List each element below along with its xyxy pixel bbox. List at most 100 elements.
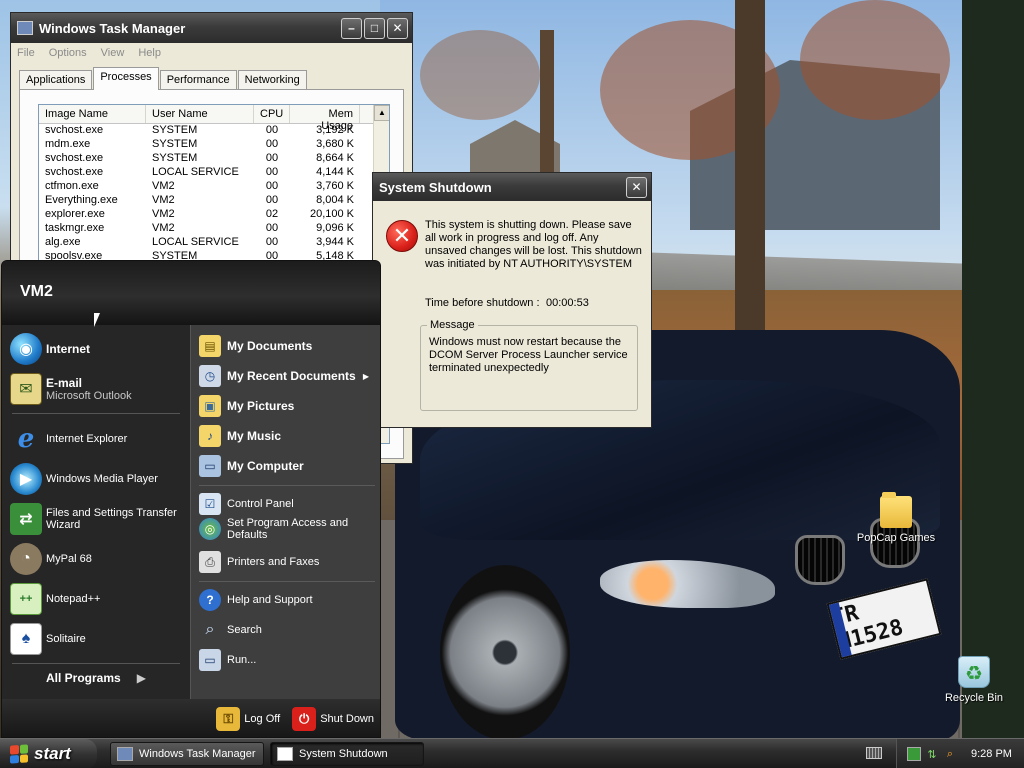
log-off-button[interactable]: ⚿ Log Off [216, 707, 280, 731]
tab-networking[interactable]: Networking [237, 70, 307, 90]
tab-performance[interactable]: Performance [159, 70, 237, 90]
set-program-access[interactable]: ◎ Set Program Access and Defaults [199, 517, 377, 541]
taskbar-button-task-manager[interactable]: Windows Task Manager [110, 742, 264, 766]
table-cell: VM2 [152, 194, 175, 206]
pinned-email[interactable]: ✉ E-mail Microsoft Outlook [10, 373, 132, 405]
table-cell: 00 [265, 138, 279, 150]
computer-icon: ▭ [199, 455, 221, 477]
recent-files-settings-transfer[interactable]: ⇄ Files and Settings Transfer Wizard [10, 503, 186, 535]
shut-down-label: Shut Down [320, 713, 374, 725]
scroll-up-icon[interactable]: ▲ [374, 105, 389, 121]
run[interactable]: ▭ Run... [199, 649, 377, 671]
column-user-name[interactable]: User Name [146, 105, 254, 123]
help-and-support[interactable]: ? Help and Support [199, 589, 377, 611]
tab-processes[interactable]: Processes [93, 67, 159, 90]
table-row[interactable]: taskmgr.exe VM2 00 9,096 K [39, 222, 389, 236]
recent-notepadpp[interactable]: ++ Notepad++ [10, 583, 100, 615]
menu-options[interactable]: Options [49, 47, 87, 59]
desktop-icon-recycle-bin[interactable]: Recycle Bin [929, 656, 1019, 704]
control-panel[interactable]: ☑ Control Panel [199, 493, 377, 515]
tab-applications[interactable]: Applications [19, 70, 93, 90]
desktop-icon-popcap-games[interactable]: PopCap Games [851, 492, 941, 544]
mouse-cursor-icon [94, 313, 100, 327]
taskbar-button-system-shutdown[interactable]: System Shutdown [270, 742, 424, 766]
my-recent-documents[interactable]: ◷ My Recent Documents ▶ [199, 365, 377, 387]
printers-and-faxes[interactable]: ⎙ Printers and Faxes [199, 551, 377, 573]
log-off-label: Log Off [244, 713, 281, 725]
table-row[interactable]: Everything.exe VM2 00 8,004 K [39, 194, 389, 208]
table-cell: LOCAL SERVICE [152, 166, 239, 178]
column-image-name[interactable]: Image Name [39, 105, 146, 123]
close-button[interactable]: ✕ [626, 176, 647, 198]
internet-explorer-icon: e [17, 424, 35, 454]
table-row[interactable]: explorer.exe VM2 02 20,100 K [39, 208, 389, 222]
wallpaper-car-grille [795, 535, 845, 585]
start-label: start [34, 744, 71, 763]
column-cpu[interactable]: CPU [254, 105, 290, 123]
table-cell: 3,680 K [316, 138, 354, 150]
recent-documents-icon: ◷ [199, 365, 221, 387]
search[interactable]: ⌕ Search [199, 619, 377, 641]
shut-down-button[interactable]: ⏻ Shut Down [292, 707, 374, 731]
start-menu-places: ▤ My Documents ◷ My Recent Documents ▶ ▣… [190, 325, 380, 699]
recent-mypal[interactable]: ◔ MyPal 68 [10, 543, 92, 575]
table-row[interactable]: svchost.exe SYSTEM 00 3,192 K [39, 124, 389, 138]
table-cell: ctfmon.exe [45, 180, 99, 192]
pinned-internet[interactable]: ◉ Internet [10, 333, 90, 365]
menu-view[interactable]: View [101, 47, 125, 59]
task-manager-titlebar[interactable]: Windows Task Manager – □ ✕ [11, 13, 412, 43]
pinned-email-label: E-mail [46, 376, 83, 390]
my-computer[interactable]: ▭ My Computer [199, 455, 377, 477]
table-row[interactable]: alg.exe LOCAL SERVICE 00 3,944 K [39, 236, 389, 250]
help-support-label: Help and Support [227, 594, 313, 606]
system-shutdown-dialog[interactable]: System Shutdown ✕ ✕ This system is shutt… [372, 172, 652, 428]
column-mem-usage[interactable]: Mem Usage [290, 105, 360, 132]
my-pictures-label: My Pictures [227, 399, 295, 413]
table-cell: 00 [265, 236, 279, 248]
taskbar-button-label: System Shutdown [299, 748, 388, 760]
printers-faxes-label: Printers and Faxes [227, 556, 320, 568]
start-menu-programs: ◉ Internet ✉ E-mail Microsoft Outlook e … [2, 325, 190, 699]
recent-internet-explorer[interactable]: e Internet Explorer [10, 423, 128, 455]
taskbar-button-label: Windows Task Manager [139, 748, 256, 760]
table-cell: SYSTEM [152, 138, 198, 150]
taskbar: start Windows Task Manager System Shutdo… [0, 738, 1024, 768]
shutdown-message: Windows must now restart because the DCO… [429, 336, 628, 374]
submenu-arrow-icon: ▶ [362, 371, 369, 381]
table-row[interactable]: svchost.exe LOCAL SERVICE 00 4,144 K [39, 166, 389, 180]
network-icon[interactable]: ⇅ [925, 747, 939, 761]
table-cell: 3,944 K [316, 236, 354, 248]
my-pictures[interactable]: ▣ My Pictures [199, 395, 377, 417]
dialog-title: System Shutdown [379, 179, 492, 195]
log-off-key-icon: ⚿ [216, 707, 241, 731]
all-programs-button[interactable]: All Programs ▶ [46, 671, 146, 685]
system-tray: ⇅ ⌕ 9:28 PM [896, 739, 1024, 768]
table-row[interactable]: svchost.exe SYSTEM 00 8,664 K [39, 152, 389, 166]
table-cell: Everything.exe [45, 194, 118, 206]
table-row[interactable]: ctfmon.exe VM2 00 3,760 K [39, 180, 389, 194]
maximize-button[interactable]: □ [364, 17, 385, 39]
minimize-button[interactable]: – [341, 17, 362, 39]
process-list-body: svchost.exe SYSTEM 00 3,192 K mdm.exe SYSTEM 0… [39, 124, 389, 264]
table-cell: 00 [265, 152, 279, 164]
search-tray-icon[interactable]: ⌕ [943, 747, 957, 761]
keyboard-language-icon[interactable] [866, 747, 882, 759]
pictures-folder-icon: ▣ [199, 395, 221, 417]
close-button[interactable]: ✕ [387, 17, 408, 39]
recent-solitaire[interactable]: ♠ Solitaire [10, 623, 86, 655]
table-cell: 00 [265, 180, 279, 192]
tray-app-icon[interactable] [907, 747, 921, 761]
my-music[interactable]: ♪ My Music [199, 425, 377, 447]
shutdown-titlebar[interactable]: System Shutdown ✕ [373, 173, 651, 201]
menu-help[interactable]: Help [138, 47, 161, 59]
pinned-internet-label: Internet [46, 342, 91, 356]
my-documents[interactable]: ▤ My Documents [199, 335, 377, 357]
start-button[interactable]: start [0, 739, 97, 768]
time-before-shutdown-label: Time before shutdown : [425, 297, 540, 309]
clock[interactable]: 9:28 PM [971, 748, 1012, 760]
table-row[interactable]: mdm.exe SYSTEM 00 3,680 K [39, 138, 389, 152]
start-menu[interactable]: VM2 ◉ Internet ✉ E-mail Microsoft Outloo… [1, 260, 381, 738]
recent-windows-media-player[interactable]: ▶ Windows Media Player [10, 463, 158, 495]
media-player-icon: ▶ [10, 463, 42, 495]
menu-file[interactable]: File [17, 47, 35, 59]
